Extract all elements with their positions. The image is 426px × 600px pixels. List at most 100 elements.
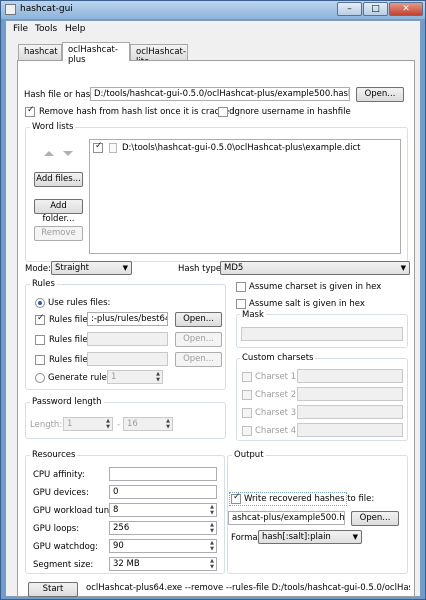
charset-hex-checkbox[interactable] (236, 282, 246, 292)
rules-file-3-input[interactable] (87, 352, 168, 366)
chevron-down-icon: ▼ (352, 533, 358, 541)
title-bar[interactable]: hashcat-gui – □ ✕ (1, 1, 425, 19)
rules-file-3-checkbox[interactable] (35, 355, 45, 365)
mask-input[interactable] (241, 327, 403, 341)
length-max-value: 16 (127, 419, 138, 429)
add-folder-button[interactable]: Add folder... (34, 199, 83, 224)
chevron-down-icon: ▼ (400, 264, 406, 272)
app-window: hashcat-gui – □ ✕ File Tools Help hashca… (0, 0, 426, 600)
salt-hex-checkbox[interactable] (236, 299, 246, 309)
generate-rules-radio[interactable] (35, 373, 45, 383)
output-file-input[interactable]: ashcat-plus/example500.hash.out (228, 511, 345, 525)
hash-type-value: MD5 (224, 263, 244, 273)
gpu-loops-spinbox[interactable]: 256 ▲ ▼ (109, 521, 217, 535)
spinner-arrows-icon: ▲ ▼ (210, 558, 214, 570)
tab-hashcat[interactable]: hashcat (18, 44, 62, 60)
maximize-button[interactable]: □ (363, 2, 388, 16)
move-up-icon[interactable] (44, 151, 54, 156)
charset-4-label: Charset 4: (255, 426, 299, 436)
charset-2-checkbox[interactable] (242, 390, 252, 400)
move-down-icon[interactable] (63, 151, 73, 156)
spinner-arrows-icon: ▲ ▼ (210, 522, 214, 534)
output-title: Output (232, 450, 266, 460)
hash-file-open-button[interactable]: Open... (356, 87, 404, 102)
length-min-spinbox[interactable]: 1 ▲ ▼ (63, 417, 113, 431)
rules-file-3-label: Rules file: (49, 355, 91, 365)
format-value: hash[:salt]:plain (262, 532, 331, 542)
gpu-workload-spinbox[interactable]: 8 ▲ ▼ (109, 503, 217, 517)
segment-size-spinbox[interactable]: 32 MB ▲ ▼ (109, 557, 217, 571)
rules-file-2-checkbox[interactable] (35, 335, 45, 345)
resources-title: Resources (30, 450, 78, 460)
format-select[interactable]: hash[:salt]:plain ▼ (258, 530, 362, 544)
charset-1-checkbox[interactable] (242, 372, 252, 382)
length-separator: - (117, 420, 121, 430)
menu-tools[interactable]: Tools (35, 24, 57, 34)
wordlist-item-checkbox[interactable] (93, 141, 103, 153)
tab-oclhashcat-plus[interactable]: oclHashcat-plus (62, 42, 130, 65)
minimize-button[interactable]: – (337, 2, 362, 16)
charset-hex-label: Assume charset is given in hex (249, 282, 382, 292)
client-area: File Tools Help hashcat oclHashcat-plus … (5, 20, 421, 597)
charset-3-checkbox[interactable] (242, 408, 252, 418)
gpu-watchdog-label: GPU watchdog: (33, 542, 99, 552)
gpu-loops-label: GPU loops: (33, 524, 80, 534)
wordlists-title: Word lists (30, 122, 76, 132)
generate-rules-spinbox[interactable]: 1 ▲ ▼ (107, 370, 163, 384)
tab-pane: Hash file or hash: D:/tools/hashcat-gui-… (17, 60, 415, 597)
spinner-arrows-icon: ▲ ▼ (156, 371, 160, 383)
length-min-value: 1 (67, 419, 73, 429)
rules-file-1-open-button[interactable]: Open... (175, 312, 222, 327)
length-label: Length: (30, 420, 63, 430)
charset-2-input[interactable] (297, 387, 403, 401)
spinner-arrows-icon: ▲ ▼ (106, 418, 110, 430)
gpu-devices-input[interactable]: 0 (109, 485, 217, 499)
segment-size-value: 32 MB (113, 559, 140, 569)
use-rules-files-radio[interactable] (35, 298, 45, 308)
ignore-username-label: Ignore username in hashfile (232, 107, 351, 117)
gpu-watchdog-value: 90 (113, 541, 124, 551)
wordlist-item[interactable]: D:\tools\hashcat-gui-0.5.0\oclHashcat-pl… (92, 141, 398, 155)
tab-oclhashcat-lite[interactable]: oclHashcat-lite (130, 44, 188, 67)
mode-value: Straight (55, 263, 89, 273)
rules-file-2-input[interactable] (87, 332, 168, 346)
menu-help[interactable]: Help (65, 24, 86, 34)
gpu-watchdog-spinbox[interactable]: 90 ▲ ▼ (109, 539, 217, 553)
gpu-workload-value: 8 (113, 505, 119, 515)
write-recovered-checkbox[interactable] (231, 492, 241, 504)
remove-hash-checkbox[interactable] (25, 105, 35, 117)
wordlist-list[interactable]: D:\tools\hashcat-gui-0.5.0\oclHashcat-pl… (89, 139, 401, 254)
hash-file-input[interactable]: D:/tools/hashcat-gui-0.5.0/oclHashcat-pl… (90, 87, 350, 101)
charset-4-checkbox[interactable] (242, 426, 252, 436)
rules-file-1-label: Rules file: (49, 315, 91, 325)
rules-title: Rules (30, 279, 57, 289)
rules-file-1-input[interactable]: :-plus/rules/best64.rule (87, 312, 168, 326)
output-file-open-button[interactable]: Open... (351, 511, 399, 526)
start-button[interactable]: Start (28, 582, 78, 597)
command-line-text: oclHashcat-plus64.exe --remove --rules-f… (86, 583, 410, 593)
charset-3-input[interactable] (297, 405, 403, 419)
mode-label: Mode: (25, 264, 52, 274)
ignore-username-checkbox[interactable] (218, 107, 228, 117)
remove-hash-label: Remove hash from hash list once it is cr… (39, 107, 235, 117)
rules-file-3-open-button[interactable]: Open... (175, 352, 222, 367)
rules-file-1-checkbox[interactable] (35, 313, 45, 325)
hash-type-label: Hash type: (178, 264, 224, 274)
remove-wordlist-button[interactable]: Remove (34, 226, 83, 241)
menu-file[interactable]: File (13, 24, 28, 34)
window-title: hashcat-gui (20, 4, 73, 14)
gpu-loops-value: 256 (113, 523, 130, 533)
close-button[interactable]: ✕ (389, 2, 423, 16)
charset-4-input[interactable] (297, 423, 403, 437)
add-files-button[interactable]: Add files... (34, 172, 83, 187)
write-recovered-label: Write recovered hashes to file: (244, 494, 375, 504)
mode-select[interactable]: Straight ▼ (51, 261, 132, 275)
password-length-title: Password length (30, 397, 104, 407)
cpu-affinity-label: CPU affinity: (33, 470, 85, 480)
rules-file-2-open-button[interactable]: Open... (175, 332, 222, 347)
hash-file-label: Hash file or hash: (24, 90, 99, 100)
length-max-spinbox[interactable]: 16 ▲ ▼ (123, 417, 173, 431)
charset-1-input[interactable] (297, 369, 403, 383)
hash-type-select[interactable]: MD5 ▼ (220, 261, 410, 275)
cpu-affinity-input[interactable] (109, 467, 217, 481)
